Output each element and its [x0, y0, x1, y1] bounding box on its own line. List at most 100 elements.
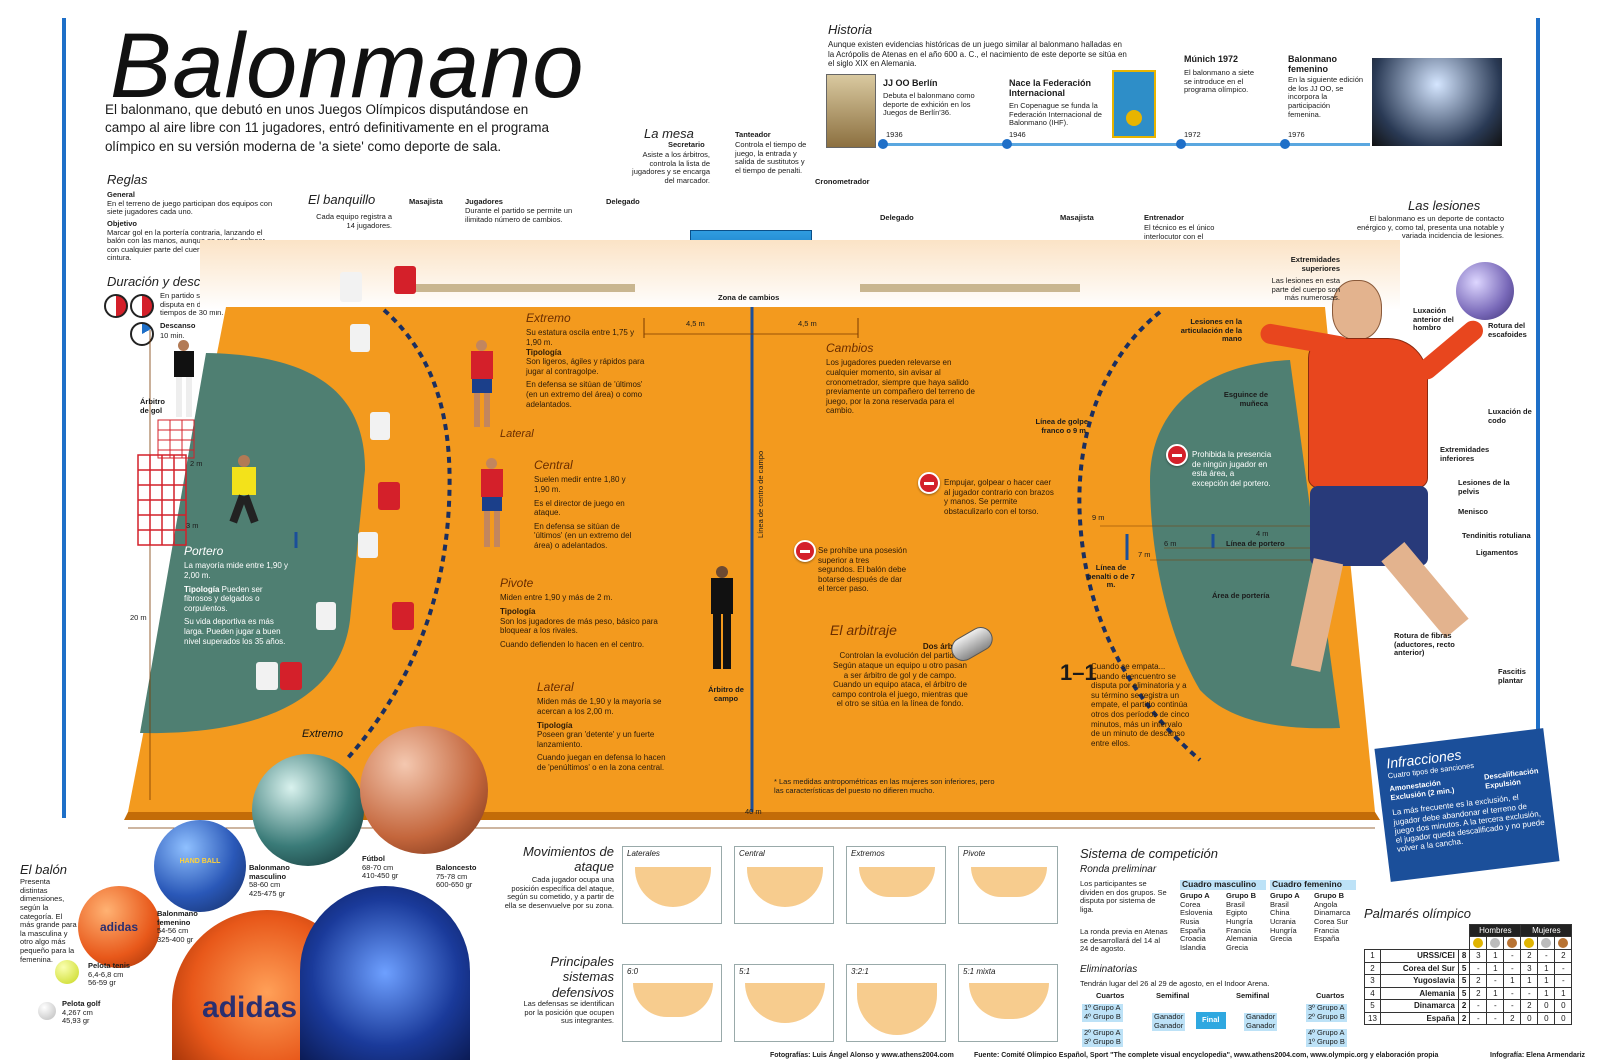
ball-handball-women: adidas [78, 886, 160, 968]
portero-box: Portero La mayoría mide entre 1,90 y 2,0… [184, 544, 289, 646]
central-c: En defensa se sitúan de 'últimos' (en un… [534, 521, 632, 550]
def-5-1: 5:1 [734, 964, 834, 1042]
row-h-gold: 3 [1469, 949, 1488, 963]
mov-central: Central [734, 846, 834, 924]
row-m-gold: - [1520, 986, 1539, 1001]
semi-left-ganador-2: Ganador [1152, 1021, 1186, 1031]
competicion-title: Sistema de competición [1080, 846, 1219, 861]
measure-2m: 2 m [190, 459, 203, 468]
prohib-2: Empujar, golpear o hacer caer al jugador… [944, 478, 1054, 516]
lateral-b: Poseen gran 'detente' y un fuerte lanzam… [537, 730, 655, 749]
row-m-bronze: - [1554, 961, 1573, 976]
def-6-0: 6:0 [622, 964, 722, 1042]
competicion-r1: Los participantes se dividen en dos grup… [1080, 879, 1167, 914]
masc-a-5: Islandia [1180, 942, 1206, 952]
row-h-silver: - [1486, 999, 1505, 1013]
mov-central-label: Central [739, 849, 765, 858]
row-total: 5 [1457, 961, 1471, 976]
mov-laterales: Laterales [622, 846, 722, 924]
gold-medal-icon [1473, 938, 1484, 949]
row-pos: 2 [1364, 961, 1381, 976]
row-m-gold: 2 [1520, 999, 1539, 1013]
cuadro-masc-heading: Cuadro masculino [1180, 879, 1266, 890]
table-row: 1 URSS/CEI 8 3 1-2-2 [1364, 949, 1573, 963]
cambios-title: Cambios [826, 341, 874, 355]
semifinal-right: Semifinal [1236, 991, 1270, 1000]
cuadro-fem-heading: Cuadro femenino [1270, 879, 1356, 890]
fem-b-4: España [1314, 934, 1340, 944]
masc-grupo-b: Grupo B Brasil Egipto Hungría Francia Al… [1226, 891, 1257, 952]
bronze-medal-icon [1558, 938, 1569, 949]
row-h-silver: - [1486, 974, 1505, 988]
final-box: Final [1196, 1012, 1226, 1029]
eliminatorias-text: Tendrán lugar del 26 al 29 de agosto, en… [1080, 979, 1270, 988]
lesion-mano: Lesiones en la articulación de la mano [1180, 317, 1242, 344]
eliminatorias-heading: Eliminatorias [1080, 964, 1138, 975]
row-h-bronze: - [1503, 999, 1522, 1013]
balon-masc-name: Balonmano masculino [249, 863, 290, 881]
row-m-silver: 1 [1537, 974, 1556, 988]
balon-golf-label: Pelota golf 4,267 cm 45,93 gr [62, 999, 100, 1026]
measure-45b: 4,5 m [798, 319, 817, 328]
central-title: Central [534, 458, 573, 472]
goalkeeper-figure [222, 455, 266, 525]
balon-tenis-w: 56-59 gr [88, 978, 116, 988]
measure-3m: 3 m [186, 521, 199, 530]
balon-golf-w: 45,93 gr [62, 1016, 90, 1026]
infracciones-text: La más frecuente es la exclusión, el jug… [1391, 793, 1546, 854]
row-h-gold: 2 [1469, 974, 1488, 988]
row-m-silver: 0 [1537, 999, 1556, 1013]
row-country: Corea del Sur [1379, 961, 1459, 976]
measure-45a: 4,5 m [686, 319, 705, 328]
movimientos-text: Cada jugador ocupa una posición específi… [504, 875, 614, 910]
lesiones-text: El balonmano es un deporte de contacto e… [1356, 214, 1504, 241]
arbitro-campo-label: Árbitro de campo [708, 685, 744, 703]
row-total: 5 [1457, 974, 1471, 988]
row-country: Yugoslavia [1379, 974, 1459, 988]
row-h-bronze: 1 [1503, 974, 1522, 988]
row-h-gold: - [1469, 961, 1488, 976]
def-5-1-mixta: 5:1 mixta [958, 964, 1058, 1042]
portero-a: La mayoría mide entre 1,90 y 2,00 m. [184, 561, 289, 580]
no-entry-icon-3 [1166, 444, 1188, 466]
def-3-2-1-label: 3:2:1 [851, 967, 869, 976]
ball-football [252, 754, 364, 866]
credits-infografia: Infografía: Elena Armendariz [1490, 1052, 1586, 1059]
arbitraje-text: Controlan la evolución del partido. Segú… [832, 651, 968, 709]
lesion-menisco: Menisco [1458, 507, 1489, 516]
balon-futbol-label: Fútbol 68-70 cm 410-450 gr [362, 854, 398, 881]
table-row: 4 Alemania 5 2 1- -1 1 [1364, 986, 1573, 1001]
fem-grupo-a: Grupo A Brasil China Ucrania Hungría Gre… [1270, 891, 1300, 944]
balon-fem-label: Balonmano femenino 54-56 cm 325-400 gr [157, 909, 203, 945]
lesion-fibras: Rotura de fibras (aductores, recto anter… [1394, 631, 1455, 658]
balon-balonc-label: Baloncesto 75-78 cm 600-650 gr [436, 863, 476, 890]
player-left-group [256, 262, 440, 742]
measure-9m: 9 m [1092, 513, 1105, 522]
credits-fotos: Fotografías: Luis Ángel Alonso y www.ath… [770, 1052, 954, 1059]
movimientos-title: Movimientos de ataque [522, 844, 614, 875]
row-m-bronze: 2 [1554, 949, 1573, 963]
row-h-gold: 2 [1469, 986, 1488, 1001]
row-country: Alemania [1379, 986, 1459, 1001]
lesion-tendinitis: Tendinitis rotuliana [1462, 531, 1531, 540]
central-box: Central Suelen medir entre 1,80 y 1,90 m… [534, 458, 634, 551]
arbitraje-box: El arbitraje Dos árbitros Controlan la e… [830, 622, 970, 709]
def-3-2-1: 3:2:1 [846, 964, 946, 1042]
balon-masc-w: 425-475 gr [249, 888, 286, 898]
balon-title: El balón [20, 862, 67, 877]
extremo-box: Extremo Su estatura oscila entre 1,75 y … [526, 311, 651, 409]
palmares-title: Palmarés olímpico [1364, 906, 1471, 921]
row-h-bronze: - [1503, 949, 1522, 963]
balon-fem-name: Balonmano femenino [157, 909, 198, 927]
row-h-silver: 1 [1486, 986, 1505, 1001]
row-h-bronze: - [1503, 986, 1522, 1001]
central-b: Es el director de juego en ataque. [534, 498, 625, 518]
palmares-hombres-head: Hombres [1469, 923, 1522, 938]
palmares-mujeres-head: Mujeres [1520, 923, 1573, 938]
row-m-silver: 1 [1537, 986, 1556, 1001]
lesion-esguince: Esguince de muñeca [1223, 390, 1268, 408]
zona-cambios-label: Zona de cambios [718, 293, 780, 302]
mov-laterales-label: Laterales [627, 849, 660, 858]
table-row: 13 España 2- -2 0 0 0 [1364, 1011, 1573, 1026]
row-pos: 5 [1364, 999, 1381, 1013]
